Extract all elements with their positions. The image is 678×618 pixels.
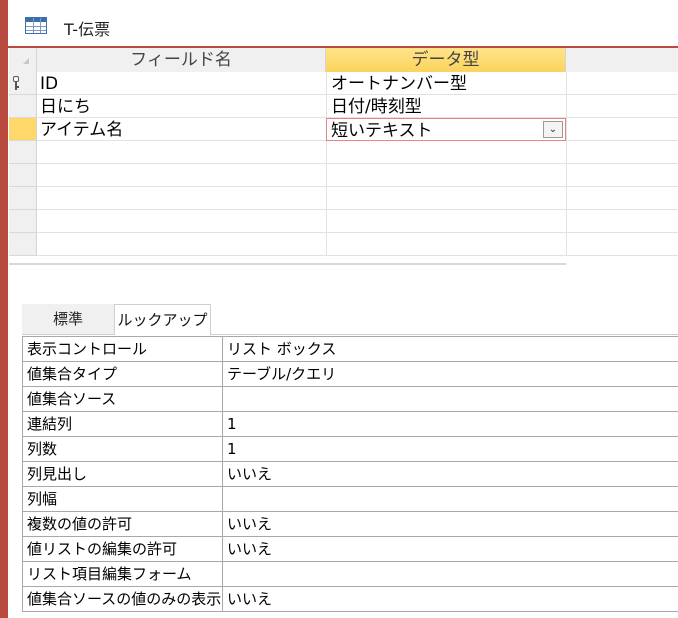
property-label: 値リストの編集の許可: [23, 537, 223, 561]
select-all-corner[interactable]: [9, 48, 37, 72]
field-row-date[interactable]: 日にち 日付/時刻型: [9, 95, 678, 118]
lookup-property-sheet: 表示コントロール リスト ボックス 値集合タイプ テーブル/クエリ 値集合ソース…: [22, 336, 678, 612]
chevron-down-icon[interactable]: ⌄: [543, 121, 563, 138]
field-name-cell[interactable]: アイテム名: [39, 118, 326, 141]
property-label: 値集合ソースの値のみの表示: [23, 587, 223, 611]
object-tab-title[interactable]: T-伝票: [64, 16, 110, 40]
property-value[interactable]: [223, 387, 678, 411]
property-value[interactable]: 1: [223, 412, 678, 436]
row-selector[interactable]: [9, 187, 37, 210]
row-selector[interactable]: [9, 210, 37, 233]
property-row-column-count[interactable]: 列数 1: [23, 437, 678, 462]
row-selector[interactable]: [9, 72, 37, 95]
empty-field-row[interactable]: [9, 210, 678, 233]
property-row-list-items-edit-form[interactable]: リスト項目編集フォーム: [23, 562, 678, 587]
property-value[interactable]: いいえ: [223, 462, 678, 486]
column-header-description[interactable]: [566, 48, 678, 72]
property-label: 値集合タイプ: [23, 362, 223, 386]
field-name-cell[interactable]: ID: [39, 72, 326, 95]
column-header-field-name[interactable]: フィールド名: [37, 48, 326, 72]
description-cell[interactable]: [566, 118, 678, 141]
property-value[interactable]: テーブル/クエリ: [223, 362, 678, 386]
property-row-display-control[interactable]: 表示コントロール リスト ボックス: [23, 337, 678, 362]
field-row-id[interactable]: ID オートナンバー型: [9, 72, 678, 95]
tab-lookup[interactable]: ルックアップ: [114, 304, 211, 335]
property-row-row-source-type[interactable]: 値集合タイプ テーブル/クエリ: [23, 362, 678, 387]
data-type-cell[interactable]: [326, 233, 566, 256]
empty-field-row[interactable]: [9, 164, 678, 187]
property-value[interactable]: いいえ: [223, 587, 678, 611]
property-row-column-widths[interactable]: 列幅: [23, 487, 678, 512]
property-label: 連結列: [23, 412, 223, 436]
field-properties-tabs: 標準 ルックアップ: [22, 304, 678, 335]
property-label: 表示コントロール: [23, 337, 223, 361]
property-value[interactable]: [223, 562, 678, 586]
property-row-row-source[interactable]: 値集合ソース: [23, 387, 678, 412]
field-name-cell[interactable]: 日にち: [39, 95, 326, 118]
empty-field-row[interactable]: [9, 233, 678, 256]
empty-field-row[interactable]: [9, 141, 678, 164]
row-selector[interactable]: [9, 233, 37, 256]
description-cell[interactable]: [566, 72, 678, 95]
column-header-data-type[interactable]: データ型: [326, 48, 566, 72]
property-row-bound-column[interactable]: 連結列 1: [23, 412, 678, 437]
grid-header: フィールド名 データ型: [9, 48, 678, 72]
property-value[interactable]: 1: [223, 437, 678, 461]
data-type-cell[interactable]: 日付/時刻型: [326, 95, 566, 118]
table-icon: [25, 17, 47, 34]
property-row-allow-multiple-values[interactable]: 複数の値の許可 いいえ: [23, 512, 678, 537]
primary-key-icon: [13, 76, 19, 90]
property-label: リスト項目編集フォーム: [23, 562, 223, 586]
description-cell[interactable]: [566, 164, 678, 187]
description-cell[interactable]: [566, 233, 678, 256]
description-cell[interactable]: [566, 210, 678, 233]
property-value[interactable]: [223, 487, 678, 511]
row-selector[interactable]: [9, 141, 37, 164]
description-cell[interactable]: [566, 95, 678, 118]
data-type-combobox[interactable]: 短いテキスト ⌄: [326, 118, 566, 141]
property-label: 列見出し: [23, 462, 223, 486]
row-selector-active[interactable]: [9, 118, 37, 141]
description-cell[interactable]: [566, 187, 678, 210]
description-cell[interactable]: [566, 141, 678, 164]
data-type-value: 短いテキスト: [331, 121, 433, 141]
table-design-grid: フィールド名 データ型 ID オートナンバー型 日にち 日付/時刻型 アイテム名…: [9, 48, 678, 265]
grid-bottom-edge: [9, 263, 566, 265]
data-type-cell[interactable]: [326, 164, 566, 187]
property-label: 複数の値の許可: [23, 512, 223, 536]
property-row-show-only-row-source-values[interactable]: 値集合ソースの値のみの表示 いいえ: [23, 587, 678, 612]
object-tab-bar: T-伝票: [0, 0, 678, 47]
window-left-accent: [0, 0, 8, 618]
property-label: 列数: [23, 437, 223, 461]
property-row-column-heads[interactable]: 列見出し いいえ: [23, 462, 678, 487]
property-label: 列幅: [23, 487, 223, 511]
property-value[interactable]: リスト ボックス: [223, 337, 678, 361]
data-type-cell[interactable]: [326, 210, 566, 233]
property-row-allow-value-list-edits[interactable]: 値リストの編集の許可 いいえ: [23, 537, 678, 562]
row-selector[interactable]: [9, 164, 37, 187]
row-selector[interactable]: [9, 95, 37, 118]
data-type-cell[interactable]: オートナンバー型: [326, 72, 566, 95]
property-label: 値集合ソース: [23, 387, 223, 411]
property-value[interactable]: いいえ: [223, 537, 678, 561]
empty-field-row[interactable]: [9, 187, 678, 210]
property-value[interactable]: いいえ: [223, 512, 678, 536]
data-type-cell[interactable]: [326, 187, 566, 210]
field-row-item-name[interactable]: アイテム名 短いテキスト ⌄: [9, 118, 678, 141]
data-type-cell[interactable]: [326, 141, 566, 164]
tab-standard[interactable]: 標準: [22, 304, 114, 335]
